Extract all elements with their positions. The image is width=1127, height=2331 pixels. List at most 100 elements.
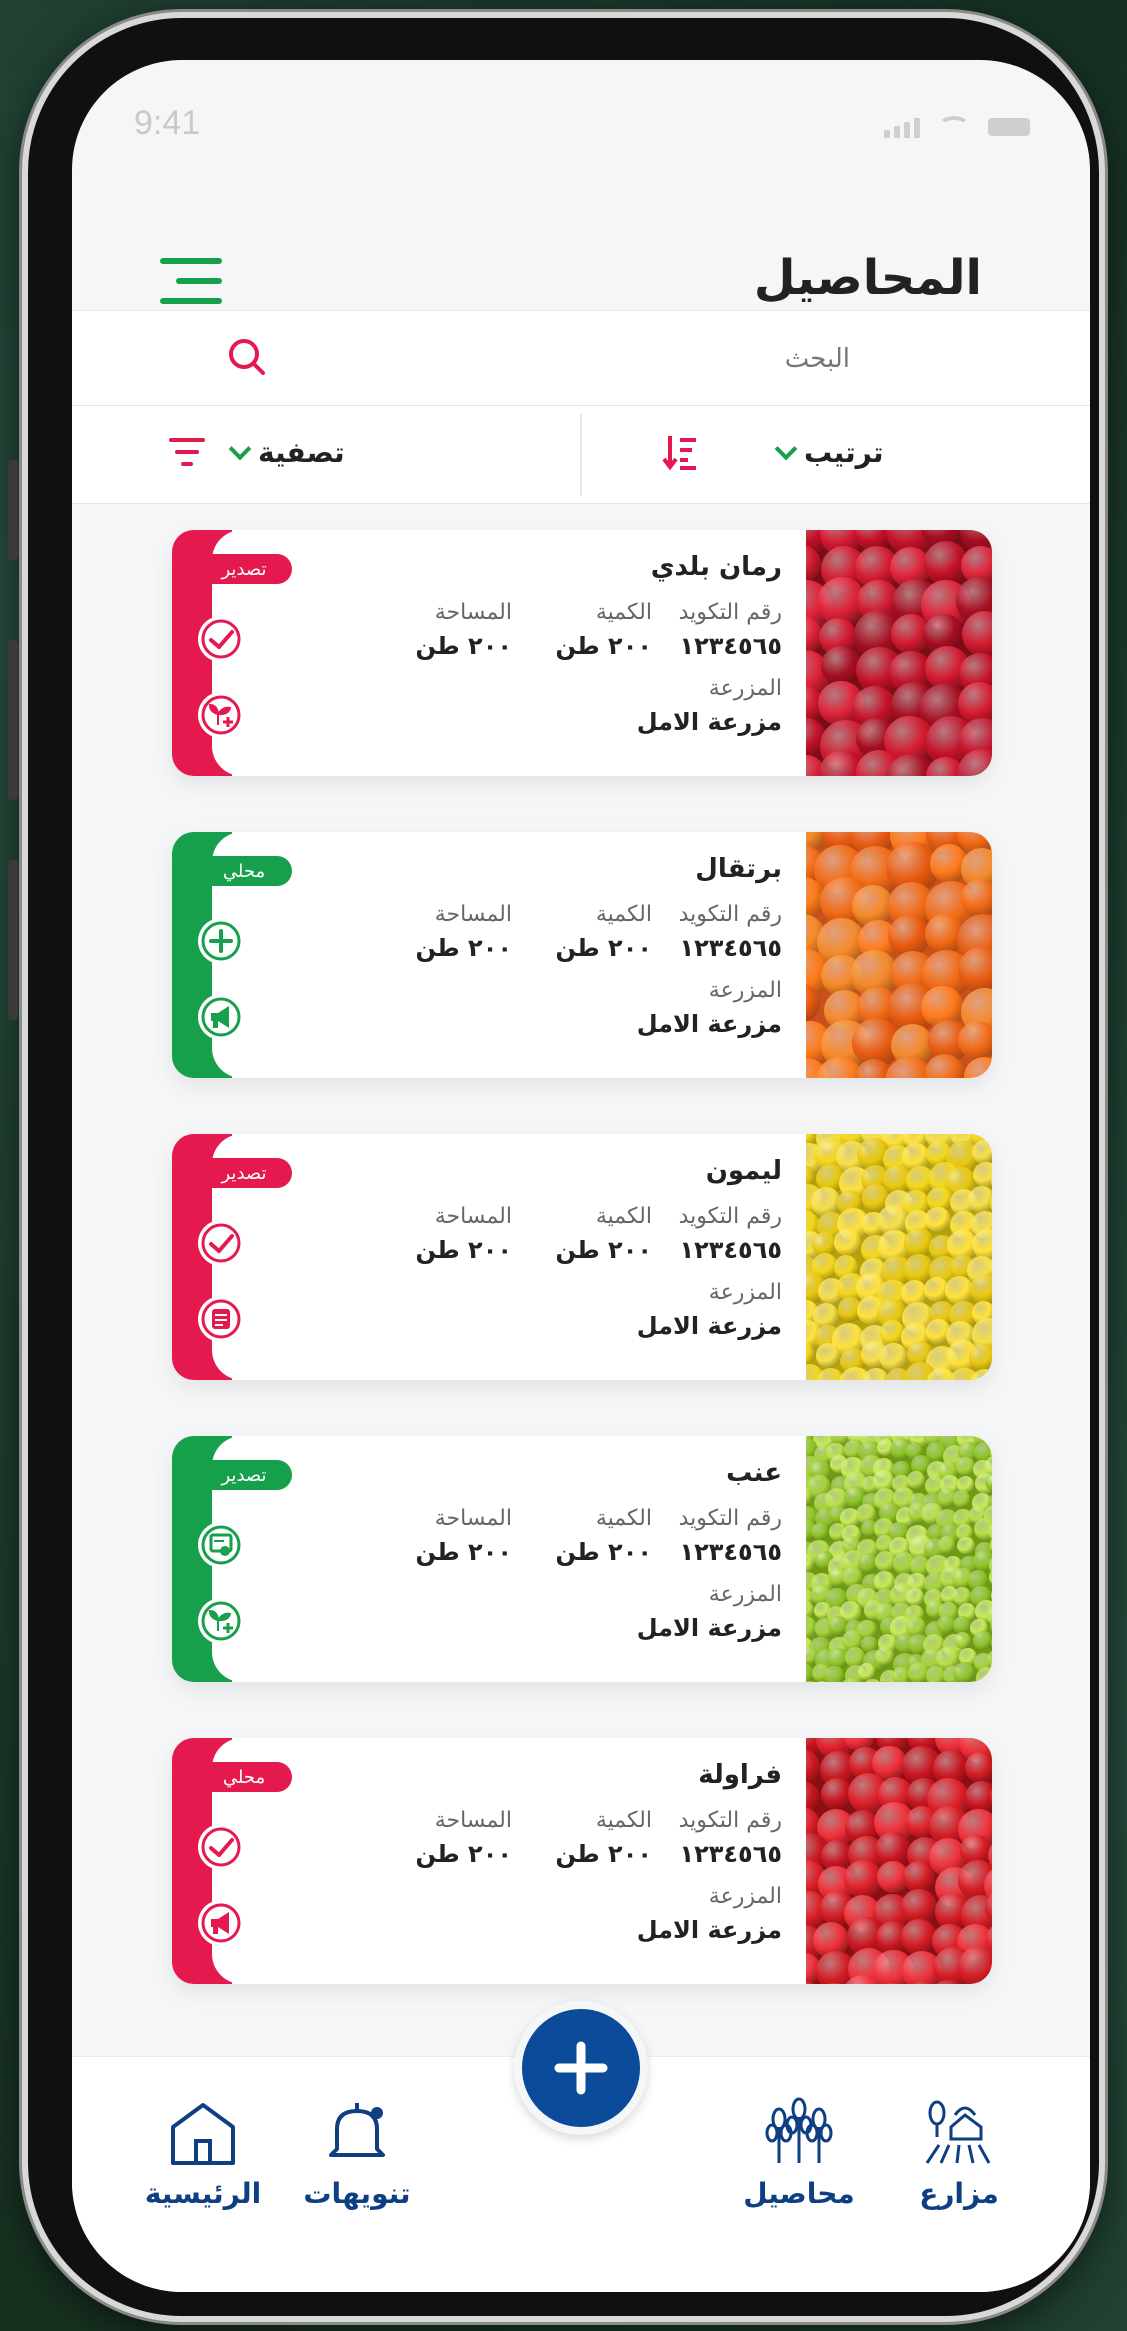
status-badge: تصدير	[196, 554, 292, 584]
status-badge: محلي	[196, 856, 292, 886]
search-bar	[72, 310, 1090, 406]
sort-icon[interactable]	[660, 432, 700, 472]
plant-add-button[interactable]	[198, 692, 244, 738]
certificate-button[interactable]	[198, 1522, 244, 1568]
area-label: المساحة	[434, 1506, 512, 1531]
orange-photo	[806, 832, 992, 1078]
area-label: المساحة	[434, 902, 512, 927]
filter-bar: تصفية ترتيب	[72, 406, 1090, 504]
sort-button[interactable]: ترتيب	[774, 436, 884, 469]
crop-name: برتقال	[695, 854, 782, 884]
app-screen: 9:41 المحاصيل تصفية	[72, 60, 1090, 2292]
grape-photo	[806, 1436, 992, 1682]
quantity-label: الكمية	[595, 902, 652, 927]
certificate-icon	[201, 1525, 241, 1565]
crop-name: رمان بلدي	[650, 552, 782, 582]
nav-farms[interactable]: مزارع	[884, 2097, 1034, 2210]
quantity-label: الكمية	[595, 1506, 652, 1531]
nav-crops-label: محاصيل	[743, 2177, 855, 2210]
crop-name: عنب	[726, 1458, 782, 1488]
volume-down-button	[8, 860, 18, 1020]
chevron-down-icon	[774, 437, 798, 460]
farm-label: المزرعة	[708, 1280, 782, 1305]
area-value: ٢٠٠ طن	[415, 934, 512, 962]
code-label: رقم التكويد	[678, 1808, 782, 1833]
area-label: المساحة	[434, 1808, 512, 1833]
check-button[interactable]	[198, 1824, 244, 1870]
crop-card[interactable]: تصدير عنب رقم التكويد ١٢٣٤٥٦٥ المزرعة مزرعة ا…	[172, 1436, 992, 1682]
crop-info: فراولة رقم التكويد ١٢٣٤٥٦٥ المزرعة مزرعة الا…	[362, 1760, 782, 1960]
volume-up-button	[8, 640, 18, 800]
search-input[interactable]	[430, 337, 850, 381]
code-value: ١٢٣٤٥٦٥	[679, 632, 782, 660]
megaphone-button[interactable]	[198, 1900, 244, 1946]
filter-button[interactable]: تصفية	[228, 436, 345, 469]
farm-label: المزرعة	[708, 676, 782, 701]
code-value: ١٢٣٤٥٦٥	[679, 934, 782, 962]
crop-info: ليمون رقم التكويد ١٢٣٤٥٦٥ المزرعة مزرعة الام…	[362, 1156, 782, 1356]
signal-icon	[884, 116, 920, 138]
nav-crops[interactable]: محاصيل	[724, 2097, 874, 2210]
check-icon	[201, 619, 241, 659]
plant-add-icon	[201, 1601, 241, 1641]
farm-value: مزرعة الامل	[636, 1312, 782, 1340]
farm-value: مزرعة الامل	[636, 1010, 782, 1038]
check-button[interactable]	[198, 616, 244, 662]
chevron-down-icon	[228, 437, 252, 460]
area-value: ٢٠٠ طن	[415, 1840, 512, 1868]
megaphone-icon	[201, 997, 241, 1037]
code-label: رقم التكويد	[678, 1204, 782, 1229]
bottom-nav: الرئيسية تنويهات محاصيل مزارع	[72, 2001, 1090, 2292]
crop-card[interactable]: محلي فراولة رقم التكويد ١٢٣٤٥٦٥ المزرعة مزرعة…	[172, 1738, 992, 1984]
farm-label: المزرعة	[708, 1582, 782, 1607]
code-value: ١٢٣٤٥٦٥	[679, 1840, 782, 1868]
filter-label: تصفية	[258, 436, 345, 469]
plus-button[interactable]	[198, 918, 244, 964]
plus-icon	[201, 921, 241, 961]
crop-card[interactable]: تصدير رمان بلدي رقم التكويد ١٢٣٤٥٦٥ المزرعة م…	[172, 530, 992, 776]
crop-card[interactable]: تصدير ليمون رقم التكويد ١٢٣٤٥٦٥ المزرعة مزرعة…	[172, 1134, 992, 1380]
add-crop-button[interactable]	[514, 2001, 648, 2135]
wifi-icon	[938, 116, 970, 138]
nav-notifications[interactable]: تنويهات	[282, 2097, 432, 2210]
area-value: ٢٠٠ طن	[415, 1236, 512, 1264]
lemon-photo	[806, 1134, 992, 1380]
area-label: المساحة	[434, 600, 512, 625]
quantity-label: الكمية	[595, 600, 652, 625]
area-value: ٢٠٠ طن	[415, 632, 512, 660]
check-icon	[201, 1827, 241, 1867]
nav-home-label: الرئيسية	[144, 2177, 262, 2210]
menu-icon[interactable]	[160, 258, 222, 306]
nav-home[interactable]: الرئيسية	[128, 2097, 278, 2210]
filter-lines-icon[interactable]	[167, 434, 207, 470]
crop-info: رمان بلدي رقم التكويد ١٢٣٤٥٦٥ المزرعة مزرعة …	[362, 552, 782, 752]
megaphone-button[interactable]	[198, 994, 244, 1040]
farm-value: مزرعة الامل	[636, 1916, 782, 1944]
farm-label: المزرعة	[708, 978, 782, 1003]
nav-notifications-label: تنويهات	[303, 2177, 411, 2210]
plant-add-button[interactable]	[198, 1598, 244, 1644]
code-value: ١٢٣٤٥٦٥	[679, 1236, 782, 1264]
document-icon	[201, 1299, 241, 1339]
megaphone-icon	[201, 1903, 241, 1943]
document-button[interactable]	[198, 1296, 244, 1342]
status-time: 9:41	[134, 104, 201, 142]
sort-label: ترتيب	[804, 436, 884, 469]
check-icon	[201, 1223, 241, 1263]
battery-icon	[988, 118, 1030, 136]
crop-card[interactable]: محلي برتقال رقم التكويد ١٢٣٤٥٦٥ المزرعة مزرعة…	[172, 832, 992, 1078]
status-badge: تصدير	[196, 1158, 292, 1188]
quantity-value: ٢٠٠ طن	[555, 934, 652, 962]
wheat-icon	[765, 2097, 833, 2163]
status-bar: 9:41	[72, 60, 1090, 210]
plus-icon	[554, 2041, 608, 2095]
quantity-value: ٢٠٠ طن	[555, 1840, 652, 1868]
quantity-value: ٢٠٠ طن	[555, 632, 652, 660]
filter-divider	[580, 414, 582, 496]
farm-label: المزرعة	[708, 1884, 782, 1909]
status-icons	[884, 116, 1030, 138]
search-icon[interactable]	[227, 337, 267, 377]
check-button[interactable]	[198, 1220, 244, 1266]
farm-value: مزرعة الامل	[636, 708, 782, 736]
pomegranate-photo	[806, 530, 992, 776]
